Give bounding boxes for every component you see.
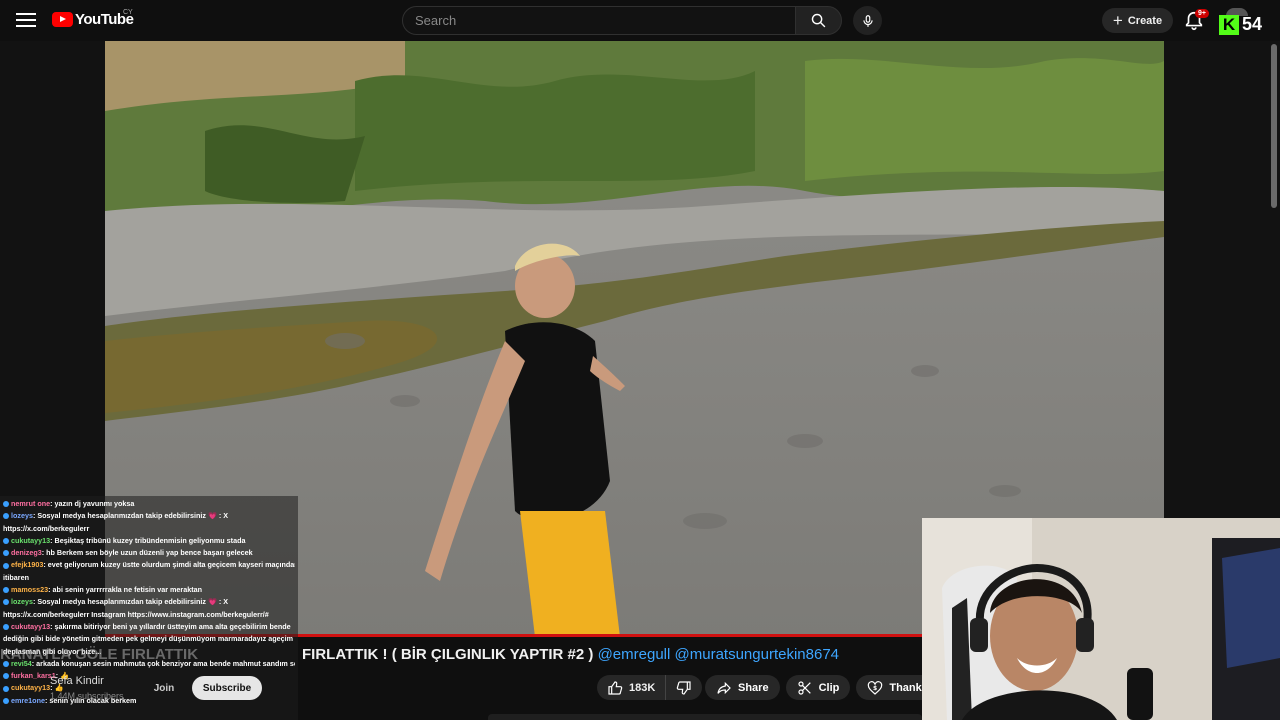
create-button[interactable]: + Create <box>1102 8 1173 33</box>
chat-message: lozeys: Sosyal medya hesaplarımızdan tak… <box>3 596 295 608</box>
chat-badge-icon <box>3 513 9 520</box>
like-button[interactable]: 183K <box>597 675 667 700</box>
chat-username: denizeg3 <box>11 548 42 558</box>
notification-badge: 9+ <box>1195 9 1209 18</box>
kick-logo-icon: K <box>1219 14 1239 35</box>
chat-message: itibaren <box>3 572 295 584</box>
share-icon <box>717 681 731 694</box>
chat-message: lozeys: Sosyal medya hesaplarımızdan tak… <box>3 510 295 522</box>
microphone-icon <box>862 14 873 27</box>
chat-message: cukutayy13: Beşiktaş tribünü kuzey tribü… <box>3 535 295 547</box>
thumbs-down-icon <box>677 680 691 695</box>
subscribe-button[interactable]: Subscribe <box>192 676 262 700</box>
top-bar: YouTube CY + Create 9+ K 54 <box>0 0 1280 41</box>
chat-badge-icon <box>3 685 9 692</box>
chat-message: denizeg3: hb Berkem sen böyle uzun düzen… <box>3 547 295 559</box>
thumbs-up-icon <box>608 680 623 695</box>
video-title: FIRLATTIK ! ( BİR ÇILGINLIK YAPTIR #2 ) … <box>302 646 839 663</box>
page-scrollbar[interactable] <box>1271 44 1277 208</box>
channel-name[interactable]: Sefa Kindir <box>50 675 104 687</box>
chat-message: mamoss23: abi senin yarrrrrakla ne fetis… <box>3 584 295 596</box>
chat-badge-icon <box>3 673 9 680</box>
title-text: FIRLATTIK ! ( BİR ÇILGINLIK YAPTIR #2 ) <box>302 646 594 663</box>
chat-username: lozeys <box>11 511 33 521</box>
chat-username: emre1one <box>11 695 45 705</box>
streamer-webcam <box>922 518 1280 720</box>
chat-badge-icon <box>3 624 9 631</box>
search-box[interactable] <box>402 6 796 35</box>
chat-text: : yazın dj yavunmı yoksa <box>50 499 135 508</box>
title-prefix: KANATLA GÖLE FIRLATTIK <box>0 646 199 663</box>
webcam-image <box>922 518 1280 720</box>
next-section-edge <box>488 714 922 720</box>
heart-dollar-icon: $ <box>868 680 883 695</box>
like-dislike-group: 183K <box>597 675 703 700</box>
hamburger-menu-icon[interactable] <box>14 10 38 30</box>
chat-username: mamoss23 <box>11 585 49 595</box>
chat-message: cukutayy13: şakırma bitiriyor beni ya yı… <box>3 621 295 633</box>
chat-badge-icon <box>3 562 9 569</box>
voice-search-button[interactable] <box>853 6 882 35</box>
subscriber-count: 1.44M subscribers <box>50 691 124 701</box>
chat-message: https://x.com/berkegulerr <box>3 523 295 535</box>
youtube-play-icon <box>52 12 73 27</box>
search-icon <box>811 13 826 28</box>
chat-message: https://x.com/berkegulerr Instagram http… <box>3 609 295 621</box>
clip-button[interactable]: Clip <box>785 675 851 700</box>
like-count: 183K <box>629 681 656 694</box>
kick-overlay: K 54 <box>1219 14 1262 35</box>
share-label: Share <box>738 681 769 694</box>
chat-text: : Beşiktaş tribünü kuzey tribündenmisin … <box>50 535 246 545</box>
chat-badge-icon <box>3 587 9 594</box>
plus-icon: + <box>1112 11 1123 30</box>
create-label: Create <box>1127 14 1163 27</box>
svg-text:$: $ <box>873 685 877 692</box>
chat-username: nemrut one <box>11 499 51 508</box>
chat-badge-icon <box>3 537 9 544</box>
scissors-icon <box>797 680 811 695</box>
chat-text: : şakırma bitiriyor beni ya yıllardır üs… <box>50 621 291 631</box>
country-code: CY <box>123 9 133 16</box>
dislike-button[interactable] <box>666 675 702 700</box>
chat-username: cukutayy13 <box>11 683 51 693</box>
chat-username: cukutayy13 <box>11 535 51 545</box>
share-button[interactable]: Share <box>705 675 780 700</box>
chat-text: dediğin gibi bide yönetim gitmeden pek g… <box>3 634 293 644</box>
chat-text: : hb Berkem sen böyle uzun düzenli yap b… <box>41 548 253 558</box>
chat-text: https://x.com/berkegulerr Instagram http… <box>3 609 269 619</box>
chat-text: : Sosyal medya hesaplarımızdan takip ede… <box>32 597 229 607</box>
chat-badge-icon <box>3 599 9 606</box>
mention-link[interactable]: @muratsungurtekin8674 <box>675 646 840 663</box>
search-button[interactable] <box>795 6 842 35</box>
search-input[interactable] <box>415 13 795 28</box>
chat-message: dediğin gibi bide yönetim gitmeden pek g… <box>3 633 295 645</box>
right-background <box>1164 41 1280 518</box>
chat-text: : Sosyal medya hesaplarımızdan takip ede… <box>32 511 229 521</box>
chat-username: cukutayy13 <box>11 621 51 631</box>
chat-badge-icon <box>3 501 9 508</box>
chat-username: lozeys <box>11 597 33 607</box>
youtube-logo[interactable]: YouTube CY <box>52 9 134 28</box>
chat-badge-icon <box>3 697 9 704</box>
chat-text: : evet geliyorum kuzey üstte olurdum şim… <box>43 560 295 570</box>
chat-text: : abi senin yarrrrrakla ne fetisin var m… <box>48 585 202 595</box>
clip-label: Clip <box>818 681 840 694</box>
join-button[interactable]: Join <box>139 676 189 700</box>
chat-text: https://x.com/berkegulerr <box>3 523 90 533</box>
mention-link[interactable]: @emregull <box>598 646 671 663</box>
chat-text: itibaren <box>3 572 29 582</box>
chat-badge-icon <box>3 550 9 557</box>
action-buttons: Share Clip $ Thanks <box>705 675 939 700</box>
kick-count: 54 <box>1242 14 1263 34</box>
chat-username: efejk1903 <box>11 560 44 570</box>
chat-message: efejk1903: evet geliyorum kuzey üstte ol… <box>3 559 295 571</box>
chat-message: nemrut one: yazın dj yavunmı yoksa <box>3 498 295 510</box>
